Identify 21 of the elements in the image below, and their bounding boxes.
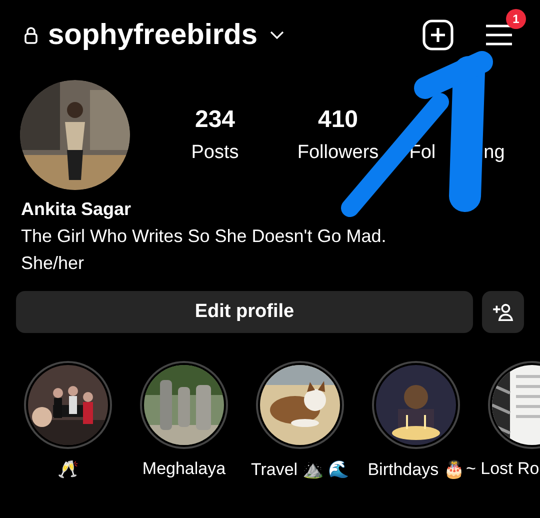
chevron-down-icon[interactable] (270, 31, 284, 39)
highlight-label[interactable]: 🥂 (58, 459, 78, 480)
stat-count: 410 (318, 106, 358, 134)
notification-badge: 1 (506, 9, 526, 29)
highlight-label[interactable]: Meghalaya (142, 459, 226, 479)
stat-label[interactable]: Posts (191, 142, 239, 164)
add-icon[interactable] (422, 19, 454, 51)
pronouns-text: She/her (21, 252, 86, 275)
stat-count: 234 (194, 106, 236, 134)
stat-label[interactable]: Followers (297, 142, 379, 164)
menu-icon[interactable] (484, 23, 514, 47)
profile-name: Ankita Sagar (21, 198, 132, 221)
highlight-label[interactable]: ~ Lost Ro (466, 459, 540, 479)
highlight-label[interactable]: Birthdays 🎂 (368, 459, 464, 480)
highlight-label[interactable]: Travel ⛰ 🌊 (250, 459, 350, 480)
edit-profile-button[interactable]: Edit profile (16, 291, 473, 333)
bio-text: The Girl Who Writes So She Doesn't Go Mad. (21, 225, 388, 248)
add-person-icon (492, 303, 514, 321)
stat-label[interactable]: ng (484, 142, 505, 164)
discover-people-button[interactable] (482, 291, 524, 333)
username[interactable]: sophyfreebirds (48, 18, 258, 52)
